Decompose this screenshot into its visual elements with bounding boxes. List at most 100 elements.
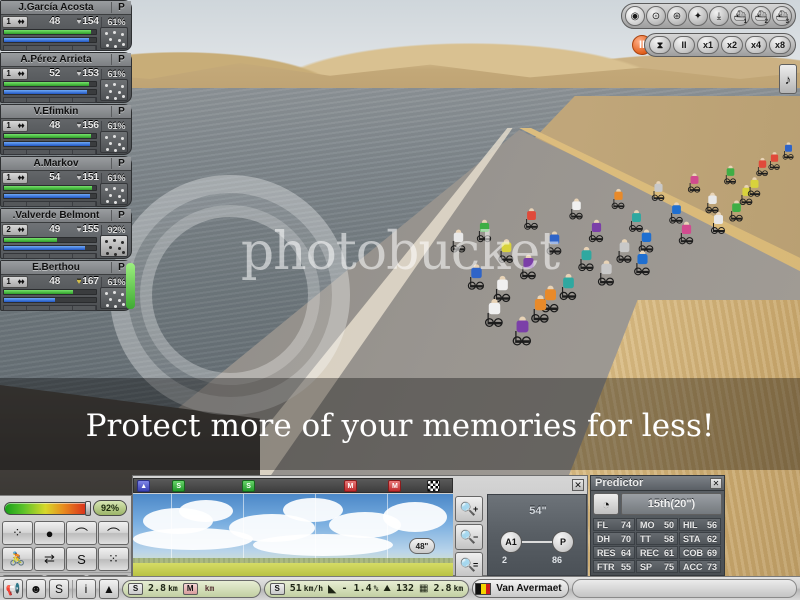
camera-helicopter-icon[interactable]: ✦ <box>688 6 708 26</box>
gap-node-breakaway[interactable]: A1 <box>500 531 522 553</box>
rider-role: P <box>111 210 131 221</box>
predictor-title: Predictor <box>595 477 644 489</box>
close-icon[interactable]: ✕ <box>572 479 584 491</box>
rider-formation-icon[interactable] <box>100 79 128 101</box>
rider-position-value: 1 <box>6 17 11 26</box>
rider-bars <box>3 289 97 311</box>
rider-relay-button[interactable]: ⇄ <box>34 547 65 571</box>
marker-kom-1[interactable]: M <box>343 480 357 492</box>
rider-energy-percent: 61% <box>101 68 131 79</box>
formation-scatter-button[interactable]: ⁘ <box>2 521 33 545</box>
stat-value: 61 <box>663 547 674 558</box>
marker-start[interactable]: ▲ <box>137 480 151 492</box>
marker-sprint-1[interactable]: S <box>172 480 186 492</box>
marker-sprint-2[interactable]: S <box>242 480 256 492</box>
camera-bike-front-icon[interactable]: ⊙ <box>646 6 666 26</box>
rider-formation-icon[interactable] <box>100 27 128 49</box>
effort-slider-knob[interactable] <box>85 500 91 516</box>
camera-follow-3-number: 3 <box>785 19 789 25</box>
rider-card[interactable]: J.García Acosta P 1 ♦♦ 48 ♥ 154 61% <box>0 0 132 51</box>
rider-blue-bar <box>3 141 97 147</box>
formation-single-button[interactable]: ● <box>34 521 65 545</box>
watermark-tagline: Protect more of your memories for less! <box>85 408 715 444</box>
rider-card[interactable]: .Valverde Belmont P 2 ♦♦ 49 ♥ 155 92% <box>0 208 132 259</box>
formation-arc-button[interactable]: ⌒ <box>66 521 97 545</box>
stat-value: 50 <box>663 519 674 530</box>
speed-unit: km/h <box>303 584 324 593</box>
rider-formation-icon[interactable] <box>100 183 128 205</box>
pause-button[interactable]: II <box>673 36 695 54</box>
peloton-rider <box>768 152 780 170</box>
rider-position-badge[interactable]: 1 ♦♦ <box>2 119 28 132</box>
rider-blue-bar <box>3 37 97 43</box>
peloton-rider <box>651 181 665 201</box>
simulation-speed-toolbar[interactable]: ⧗ II x1 x2 x4 x8 <box>644 33 796 57</box>
rider-position-badge[interactable]: 1 ♦♦ <box>2 67 28 80</box>
peloton-rider <box>747 177 761 197</box>
zoom-out-button[interactable]: 🔍 − <box>455 524 483 550</box>
distance-group: S 2.8 km M km <box>122 579 261 598</box>
rider-attack-button[interactable]: 🚴 <box>2 547 33 571</box>
predictor-stat-res: RES 64 <box>593 546 635 559</box>
speed-x8-button[interactable]: x8 <box>769 36 791 54</box>
close-icon[interactable]: ✕ <box>710 477 722 489</box>
speed-x1-button[interactable]: x1 <box>697 36 719 54</box>
rider-position-badge[interactable]: 1 ♦♦ <box>2 275 28 288</box>
map-zoom-controls: 🔍 + 🔍 − 🔍 = <box>455 496 485 580</box>
music-note-icon[interactable]: ♪ <box>779 64 797 94</box>
marker-kom-2[interactable]: M <box>388 480 402 492</box>
megaphone-status-button[interactable]: 📢 <box>3 578 23 599</box>
marker-finish[interactable] <box>426 480 440 492</box>
stat-value: 64 <box>620 547 631 558</box>
rider-formation-icon[interactable] <box>100 235 128 257</box>
hourglass-button[interactable]: ⧗ <box>649 36 671 54</box>
sprint-status-button[interactable]: S <box>49 578 69 599</box>
speed-x2-button[interactable]: x2 <box>721 36 743 54</box>
heart-icon: ♥ <box>76 277 82 286</box>
info-button[interactable]: i <box>76 578 96 599</box>
rider-formation-icon[interactable] <box>100 131 128 153</box>
route-profile-view[interactable]: 48" <box>133 494 453 576</box>
stat-key: DH <box>597 533 610 544</box>
camera-follow-1-icon[interactable]: ⛴ 1 <box>730 6 750 26</box>
zoom-in-button[interactable]: 🔍 + <box>455 496 483 522</box>
rider-blue-bar <box>3 297 97 303</box>
stat-key: RES <box>597 547 616 558</box>
profile-toggle-button[interactable]: ▲ <box>99 578 119 599</box>
rider-position-badge[interactable]: 1 ♦♦ <box>2 15 28 28</box>
rider-bars <box>3 29 97 51</box>
rider-heartrate: ♥ 156 <box>63 120 101 131</box>
formation-arc-relay-button[interactable]: ⌒ <box>98 521 129 545</box>
camera-eye-icon[interactable]: ◉ <box>625 6 645 26</box>
stat-value: 62 <box>706 533 717 544</box>
selected-rider-name: Van Avermaet <box>496 583 562 594</box>
heart-icon: ♥ <box>76 17 82 26</box>
rider-card[interactable]: A.Markov P 1 ♦♦ 54 ♥ 151 61% <box>0 156 132 207</box>
stat-key: STA <box>683 533 701 544</box>
rider-card[interactable]: E.Berthou P 1 ♦♦ 48 ♥ 167 61% <box>0 260 135 311</box>
group-select-button[interactable]: ⁙ <box>98 547 129 571</box>
rider-card[interactable]: A.Pérez Arrieta P 1 ♦♦ 52 ♥ 153 61% <box>0 52 132 103</box>
camera-follow-2-icon[interactable]: ⛴ 2 <box>751 6 771 26</box>
status-info-buttons: i ▲ <box>76 578 119 599</box>
selected-rider-group[interactable]: Van Avermaet <box>472 579 569 598</box>
rider-position-badge[interactable]: 1 ♦♦ <box>2 171 28 184</box>
heart-icon: ♥ <box>76 225 82 234</box>
effort-slider[interactable] <box>4 500 91 516</box>
camera-toolbar[interactable]: ◉ ⊙ ⊛ ✦ ⤓ ⛴ 1 ⛴ 2 ⛴ 3 <box>621 3 796 29</box>
rider-position-badge[interactable]: 2 ♦♦ <box>2 223 28 236</box>
route-marker-strip[interactable]: ▲ S S M M <box>133 478 453 493</box>
rider-card[interactable]: V.Efimkin P 1 ♦♦ 48 ♥ 156 61% <box>0 104 132 155</box>
gap-node-peloton[interactable]: P <box>552 531 574 553</box>
camera-moto-icon[interactable]: ⊛ <box>667 6 687 26</box>
helmet-status-button[interactable]: ☻ <box>26 578 46 599</box>
camera-follow-3-icon[interactable]: ⛴ 3 <box>772 6 792 26</box>
rider-formation-icon[interactable] <box>100 287 128 309</box>
sprint-button[interactable]: S <box>66 547 97 571</box>
belgium-flag-icon <box>475 582 492 595</box>
zoom-reset-button[interactable]: 🔍 = <box>455 552 483 578</box>
rider-group-icon: ♦♦ <box>17 225 24 234</box>
speed-x4-button[interactable]: x4 <box>745 36 767 54</box>
camera-drop-icon[interactable]: ⤓ <box>709 6 729 26</box>
sprint-tag-icon: S <box>128 582 143 595</box>
